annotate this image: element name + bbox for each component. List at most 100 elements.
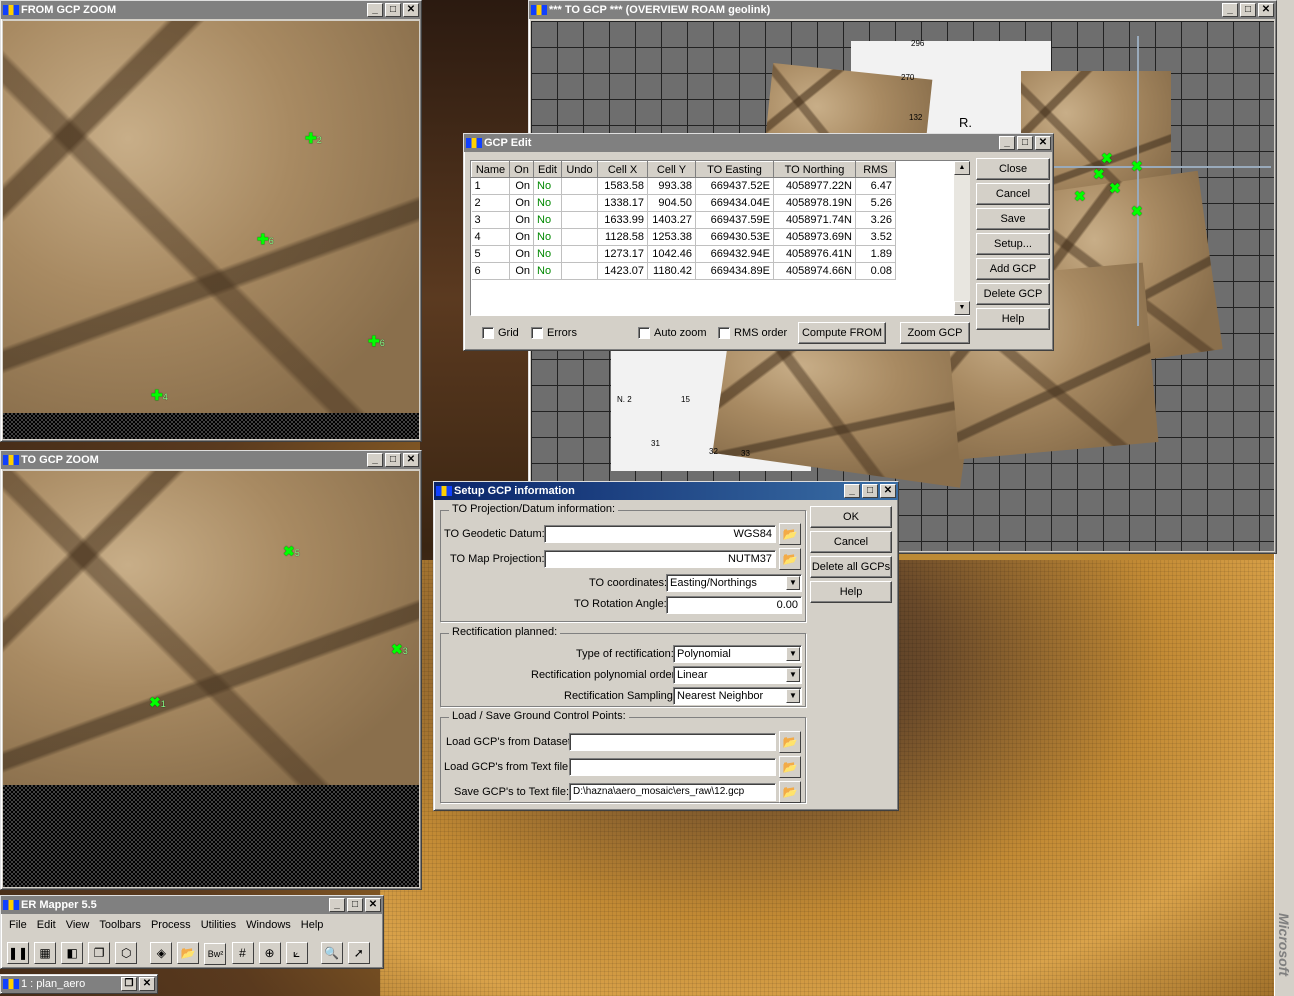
gcp-edit-dialog[interactable]: GCP Edit _ □ ✕ Name On Edit Undo Cell X … xyxy=(463,133,1054,351)
gcp-edit-titlebar[interactable]: GCP Edit _ □ ✕ xyxy=(464,134,1053,152)
help-button[interactable]: Help xyxy=(976,308,1050,330)
open-folder-icon[interactable]: 📂 xyxy=(779,548,801,570)
dropdown-arrow-icon[interactable]: ▼ xyxy=(786,689,800,703)
cancel-button[interactable]: Cancel xyxy=(976,183,1050,205)
menu-edit[interactable]: Edit xyxy=(37,919,56,931)
scroll-up-icon[interactable]: ▲ xyxy=(954,161,970,175)
datum-field[interactable]: WGS84 xyxy=(544,525,776,543)
dropdown-arrow-icon[interactable]: ▼ xyxy=(786,668,800,682)
rotation-field[interactable]: 0.00 xyxy=(666,596,802,614)
table-cell[interactable]: 993.38 xyxy=(647,177,696,195)
setup-titlebar[interactable]: Setup GCP information _ □ ✕ xyxy=(434,482,898,500)
minimized-titlebar[interactable]: 1 : plan_aero ❐ ✕ xyxy=(1,976,157,992)
table-cell[interactable]: No xyxy=(533,245,562,263)
setup-gcp-dialog[interactable]: Setup GCP information _ □ ✕ TO Projectio… xyxy=(433,481,899,811)
save-text-field[interactable]: D:\hazna\aero_mosaic\ers_raw\12.gcp xyxy=(569,783,776,801)
formula-icon[interactable]: Bw² xyxy=(204,943,227,965)
table-cell[interactable]: 669430.53E xyxy=(695,228,774,246)
table-row[interactable]: 2 On No 1338.17 904.50 669434.04E 4058978.19N 5… xyxy=(471,194,896,212)
table-row[interactable]: 5 On No 1273.17 1042.46 669432.94E 4058976.41N… xyxy=(471,245,896,263)
table-cell[interactable]: 669437.52E xyxy=(695,177,774,195)
table-cell[interactable]: On xyxy=(509,228,534,246)
table-cell[interactable]: 4058977.22N xyxy=(773,177,856,195)
gcp-marker[interactable]: ✚4 xyxy=(151,388,168,404)
table-row[interactable]: 6 On No 1423.07 1180.42 669434.89E 4058974.66N… xyxy=(471,262,896,280)
close-button[interactable]: Close xyxy=(976,158,1050,180)
column-header[interactable]: TO Easting xyxy=(695,161,774,178)
to-zoom-image[interactable]: ✖5 ✖3 ✖1 xyxy=(3,471,419,785)
table-cell[interactable]: No xyxy=(533,228,562,246)
maximize-icon[interactable]: □ xyxy=(347,898,363,912)
gcp-marker[interactable]: ✖1 xyxy=(149,695,166,711)
gcp-marker[interactable]: ✚6 xyxy=(368,334,385,350)
gcp-table-container[interactable]: Name On Edit Undo Cell X Cell Y TO Easti… xyxy=(470,160,970,316)
table-cell[interactable]: 6.47 xyxy=(855,177,896,195)
column-header[interactable]: On xyxy=(509,161,534,178)
errors-checkbox[interactable]: Errors xyxy=(531,327,577,339)
table-cell[interactable]: No xyxy=(533,194,562,212)
rms-order-checkbox[interactable]: RMS order xyxy=(718,327,787,339)
menu-process[interactable]: Process xyxy=(151,919,191,931)
table-cell[interactable]: 1633.99 xyxy=(597,211,648,229)
gcp-marker[interactable]: ✖ xyxy=(1131,204,1143,218)
table-cell[interactable]: 3.26 xyxy=(855,211,896,229)
table-row[interactable]: 1 On No 1583.58 993.38 669437.52E 4058977.22N 6… xyxy=(471,177,896,195)
table-cell[interactable]: 2 xyxy=(471,194,510,212)
palette-icon[interactable]: ▦ xyxy=(34,942,57,964)
table-cell[interactable] xyxy=(561,228,598,246)
column-header[interactable]: Cell Y xyxy=(647,161,696,178)
maximize-icon[interactable]: □ xyxy=(862,484,878,498)
table-cell[interactable]: 3.52 xyxy=(855,228,896,246)
column-header[interactable]: Undo xyxy=(561,161,598,178)
minimize-icon[interactable]: _ xyxy=(367,453,383,467)
table-cell[interactable] xyxy=(561,245,598,263)
save-button[interactable]: Save xyxy=(976,208,1050,230)
close-icon[interactable]: ✕ xyxy=(880,484,896,498)
grid-icon[interactable]: # xyxy=(231,942,254,964)
to-gcp-zoom-window[interactable]: TO GCP ZOOM _ □ ✕ ✖5 ✖3 ✖1 xyxy=(0,450,422,890)
table-cell[interactable]: On xyxy=(509,262,534,280)
table-cell[interactable]: 3 xyxy=(471,211,510,229)
table-cell[interactable] xyxy=(561,194,598,212)
load-text-field[interactable] xyxy=(569,758,776,776)
table-cell[interactable]: 4058976.41N xyxy=(773,245,856,263)
menu-help[interactable]: Help xyxy=(301,919,324,931)
table-cell[interactable]: No xyxy=(533,211,562,229)
from-zoom-image[interactable]: ✚2 ✚6 ✚6 ✚4 xyxy=(3,21,419,413)
close-icon[interactable]: ✕ xyxy=(403,3,419,17)
menu-utilities[interactable]: Utilities xyxy=(201,919,236,931)
setup-button[interactable]: Setup... xyxy=(976,233,1050,255)
close-icon[interactable]: ✕ xyxy=(403,453,419,467)
column-header[interactable]: Cell X xyxy=(597,161,648,178)
add-gcp-button[interactable]: Add GCP xyxy=(976,258,1050,280)
table-cell[interactable]: 669432.94E xyxy=(695,245,774,263)
column-header[interactable]: Edit xyxy=(533,161,562,178)
type-select[interactable]: Polynomial ▼ xyxy=(673,645,802,663)
close-icon[interactable]: ✕ xyxy=(139,977,155,991)
menu-toolbars[interactable]: Toolbars xyxy=(99,919,141,931)
gcp-marker[interactable]: ✚2 xyxy=(305,131,322,147)
delete-all-gcps-button[interactable]: Delete all GCPs xyxy=(810,556,892,578)
compute-from-button[interactable]: Compute FROM xyxy=(798,322,886,344)
minimize-icon[interactable]: _ xyxy=(999,136,1015,150)
table-cell[interactable]: 4058971.74N xyxy=(773,211,856,229)
gcp-table-body[interactable]: 1 On No 1583.58 993.38 669437.52E 4058977.22N 6… xyxy=(471,177,896,316)
target-icon[interactable]: ⊕ xyxy=(258,942,281,964)
close-icon[interactable]: ✕ xyxy=(1035,136,1051,150)
table-cell[interactable]: 1128.58 xyxy=(597,228,648,246)
table-cell[interactable]: 1042.46 xyxy=(647,245,696,263)
gcp-marker[interactable]: ✖5 xyxy=(283,544,300,560)
table-cell[interactable]: 6 xyxy=(471,262,510,280)
delete-gcp-button[interactable]: Delete GCP xyxy=(976,283,1050,305)
table-cell[interactable]: 1180.42 xyxy=(647,262,696,280)
column-header[interactable]: TO Northing xyxy=(773,161,856,178)
open-icon[interactable]: 📂 xyxy=(177,942,200,964)
table-cell[interactable]: 1583.58 xyxy=(597,177,648,195)
table-cell[interactable]: 1253.38 xyxy=(647,228,696,246)
help-button[interactable]: Help xyxy=(810,581,892,603)
to-zoom-titlebar[interactable]: TO GCP ZOOM _ □ ✕ xyxy=(1,451,421,469)
table-cell[interactable]: On xyxy=(509,194,534,212)
minimize-icon[interactable]: _ xyxy=(367,3,383,17)
table-cell[interactable]: 904.50 xyxy=(647,194,696,212)
gcp-marker[interactable]: ✖3 xyxy=(391,642,408,658)
